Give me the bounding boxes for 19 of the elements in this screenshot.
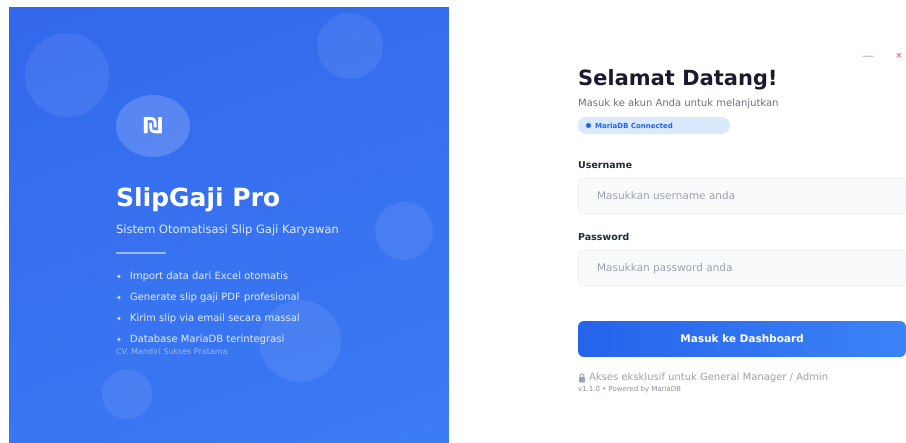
feature-text: Generate slip gaji PDF profesional xyxy=(130,291,300,305)
input-field[interactable]: Masukkan username anda xyxy=(578,178,906,214)
access-note: Akses eksklusif untuk General Manager / Admin xyxy=(589,372,828,383)
feature-text: Database MariaDB terintegrasi xyxy=(130,333,284,347)
app-tagline: Sistem Otomatisasi Slip Gaji Karyawan xyxy=(116,222,340,236)
field-label: Password xyxy=(578,232,630,243)
logo-mark: ₪ xyxy=(143,114,163,138)
welcome-heading: Selamat Datang! xyxy=(578,66,779,90)
close-button[interactable]: × xyxy=(896,46,902,66)
welcome-subtitle: Masuk ke akun Anda untuk melanjutkan xyxy=(578,98,780,109)
input-field[interactable]: Masukkan password anda xyxy=(578,250,906,286)
login-button[interactable]: Masuk ke Dashboard xyxy=(578,321,906,357)
company-name: CV. Mandiri Sukses Pratama xyxy=(116,347,229,356)
lock-icon xyxy=(578,372,586,382)
minimize-button[interactable]: — xyxy=(862,46,874,66)
field-label: Username xyxy=(578,160,634,171)
feature-text: Import data dari Excel otomatis xyxy=(130,270,288,284)
app-title: SlipGaji Pro xyxy=(116,183,282,212)
feature-text: Kirim slip via email secara massal xyxy=(130,312,300,326)
